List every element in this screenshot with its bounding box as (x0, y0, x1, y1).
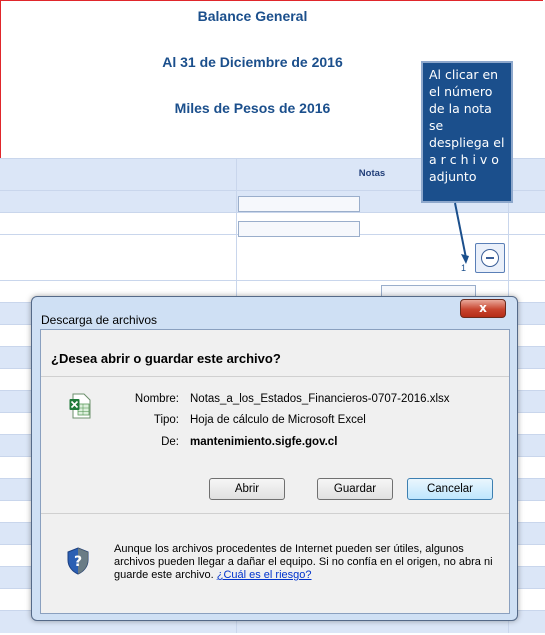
close-button[interactable]: x (460, 299, 506, 318)
dialog-body: ¿Desea abrir o guardar este archivo? Nom… (40, 329, 510, 614)
file-source-label: De: (161, 436, 179, 448)
risk-link[interactable]: ¿Cuál es el riesgo? (217, 569, 312, 581)
callout-line: a r c h i v o (429, 152, 499, 167)
save-button[interactable]: Guardar (317, 478, 393, 500)
note-input-field[interactable] (238, 221, 360, 237)
dialog-titlebar[interactable]: Descarga de archivos x (32, 297, 517, 329)
file-name-value: Notas_a_los_Estados_Financieros-0707-201… (190, 393, 450, 405)
file-type-label: Tipo: (153, 414, 179, 426)
callout-line: de la nota se (429, 101, 492, 133)
cancel-button[interactable]: Cancelar (407, 478, 493, 500)
table-row (0, 234, 545, 280)
note-input-field[interactable] (238, 196, 360, 212)
open-button[interactable]: Abrir (209, 478, 285, 500)
download-dialog: Descarga de archivos x ¿Desea abrir o gu… (31, 296, 518, 621)
security-warning: Aunque los archivos procedentes de Inter… (114, 543, 494, 582)
note-attachment-button[interactable] (475, 243, 505, 273)
file-name-label: Nombre: (134, 393, 179, 405)
file-source-value: mantenimiento.sigfe.gov.cl (190, 436, 338, 448)
tooltip-callout: Al clicar en el número de la nota se des… (421, 61, 513, 203)
svg-text:?: ? (74, 554, 82, 570)
excel-file-icon (69, 393, 91, 419)
divider (41, 513, 509, 514)
close-icon: x (479, 301, 487, 315)
shield-question-icon: ? (67, 547, 89, 575)
divider (41, 376, 509, 377)
dialog-question: ¿Desea abrir o guardar este archivo? (51, 351, 281, 366)
page-title: Balance General (197, 8, 308, 24)
dialog-title: Descarga de archivos (41, 313, 158, 327)
callout-line: el número (429, 84, 493, 99)
callout-line: despliega el (429, 135, 505, 150)
minus-circle-icon (481, 249, 499, 267)
file-type-value: Hoja de cálculo de Microsoft Excel (190, 414, 366, 426)
note-number-link[interactable]: 1 (461, 263, 466, 273)
callout-line: Al clicar en (429, 67, 499, 82)
callout-line: adjunto (429, 169, 477, 184)
